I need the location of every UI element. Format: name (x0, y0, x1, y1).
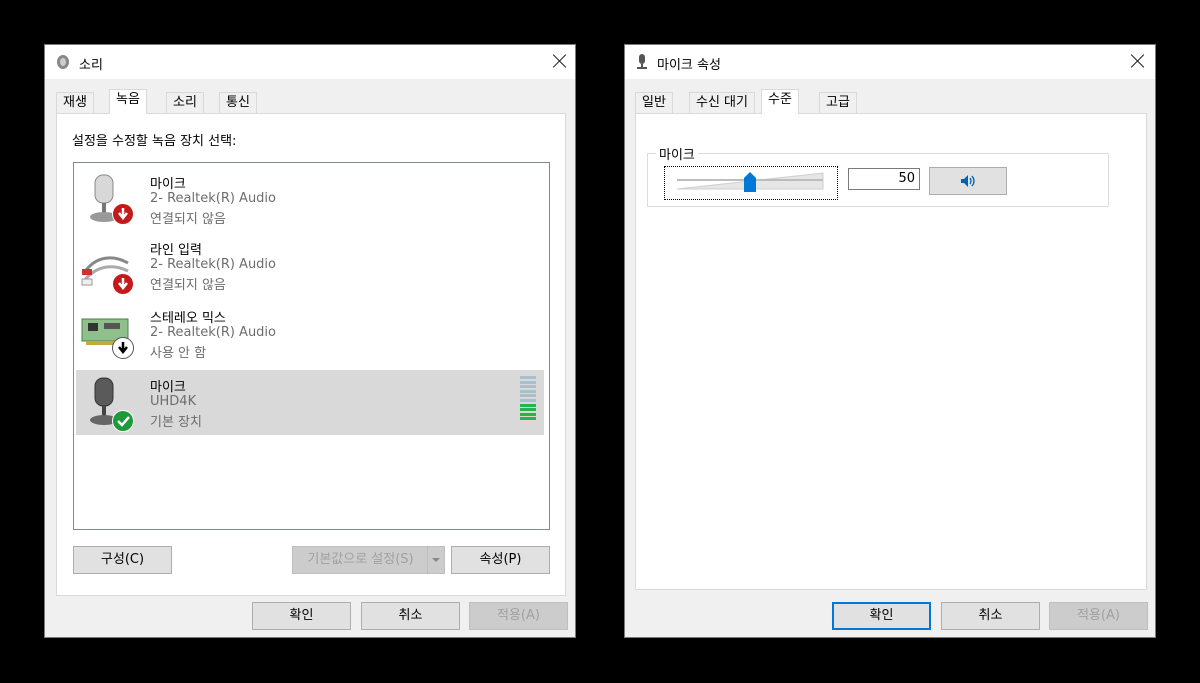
level-meter (520, 376, 536, 422)
device-status: 기본 장치 (150, 415, 202, 430)
device-name: 마이크 (150, 380, 186, 395)
set-default-label: 기본값으로 설정(S) (307, 552, 414, 567)
levels-tab-panel: 마이크 50 (635, 113, 1147, 590)
apply-button[interactable]: 적용(A) (1049, 602, 1148, 630)
cancel-button[interactable]: 취소 (361, 602, 460, 630)
red-down-arrow-icon (112, 203, 134, 225)
level-meter-bar (520, 376, 536, 379)
window-title: 마이크 속성 (657, 58, 721, 73)
tab-listen[interactable]: 수신 대기 (689, 92, 755, 114)
device-driver: 2- Realtek(R) Audio (150, 191, 277, 206)
level-meter-bar (520, 412, 536, 416)
title-bar: 소리 (45, 45, 575, 79)
level-meter-bar (520, 385, 536, 389)
properties-button[interactable]: 속성(P) (451, 546, 550, 574)
tab-advanced[interactable]: 고급 (819, 92, 857, 114)
close-icon[interactable] (551, 52, 569, 70)
device-item-mic-uhd4k[interactable]: 마이크 UHD4K 기본 장치 (76, 370, 544, 435)
level-slider[interactable] (664, 166, 838, 200)
level-meter-bar (520, 408, 536, 412)
level-value-field[interactable]: 50 (848, 168, 920, 190)
close-icon[interactable] (1129, 52, 1147, 70)
tab-sounds[interactable]: 소리 (166, 92, 204, 114)
black-down-arrow-icon (112, 337, 134, 359)
tab-general[interactable]: 일반 (635, 92, 673, 114)
level-meter-bar (520, 389, 536, 393)
device-item-stereo-mix[interactable]: 스테레오 믹스 2- Realtek(R) Audio 사용 안 함 (76, 301, 544, 367)
title-bar: 마이크 속성 (625, 45, 1155, 79)
window-title: 소리 (79, 58, 103, 73)
device-item-line-in[interactable]: 라인 입력 2- Realtek(R) Audio 연결되지 않음 (76, 233, 544, 299)
slider-thumb[interactable] (744, 172, 756, 192)
microphone-small-icon (637, 54, 647, 69)
tab-playback[interactable]: 재생 (56, 92, 94, 114)
group-label: 마이크 (656, 144, 698, 163)
mute-button[interactable] (929, 167, 1007, 195)
chevron-down-icon[interactable] (427, 547, 444, 573)
ok-button[interactable]: 확인 (832, 602, 931, 630)
level-meter-bar (520, 380, 536, 384)
device-status: 연결되지 않음 (150, 278, 226, 293)
tab-communications[interactable]: 통신 (219, 92, 257, 114)
device-driver: UHD4K (150, 394, 197, 409)
device-driver: 2- Realtek(R) Audio (150, 257, 277, 272)
mic-properties-dialog: 마이크 속성 일반 수신 대기 수준 고급 마이크 50 확인 취소 적용(A) (624, 44, 1156, 638)
ok-button[interactable]: 확인 (252, 602, 351, 630)
device-status: 연결되지 않음 (150, 212, 226, 227)
set-default-button[interactable]: 기본값으로 설정(S) (292, 546, 445, 574)
level-meter-bar (520, 403, 536, 407)
level-meter-bar (520, 399, 536, 402)
device-name: 마이크 (150, 177, 186, 192)
cancel-button[interactable]: 취소 (941, 602, 1040, 630)
level-meter-bar (520, 394, 536, 398)
speaker-icon (961, 175, 975, 187)
device-name: 라인 입력 (150, 243, 202, 258)
tab-recording[interactable]: 녹음 (109, 89, 147, 114)
recording-tab-panel: 설정을 수정할 녹음 장치 선택: 마이크 2- Realtek(R) Audi… (56, 113, 566, 596)
red-down-arrow-icon (112, 273, 134, 295)
mic-level-group: 마이크 50 (647, 144, 1109, 207)
tab-levels[interactable]: 수준 (761, 89, 799, 114)
configure-button[interactable]: 구성(C) (73, 546, 172, 574)
device-item-mic-realtek[interactable]: 마이크 2- Realtek(R) Audio 연결되지 않음 (76, 165, 544, 231)
apply-button[interactable]: 적용(A) (469, 602, 568, 630)
level-meter-bar (520, 417, 536, 421)
green-check-icon (112, 410, 134, 432)
device-name: 스테레오 믹스 (150, 311, 226, 326)
instruction-text: 설정을 수정할 녹음 장치 선택: (72, 134, 237, 149)
device-driver: 2- Realtek(R) Audio (150, 325, 277, 340)
speaker-app-icon (57, 55, 69, 69)
device-status: 사용 안 함 (150, 346, 207, 361)
device-list[interactable]: 마이크 2- Realtek(R) Audio 연결되지 않음 라인 입력 2-… (73, 162, 550, 530)
sound-dialog: 소리 재생 녹음 소리 통신 설정을 수정할 녹음 장치 선택: 마이크 2- … (44, 44, 576, 638)
